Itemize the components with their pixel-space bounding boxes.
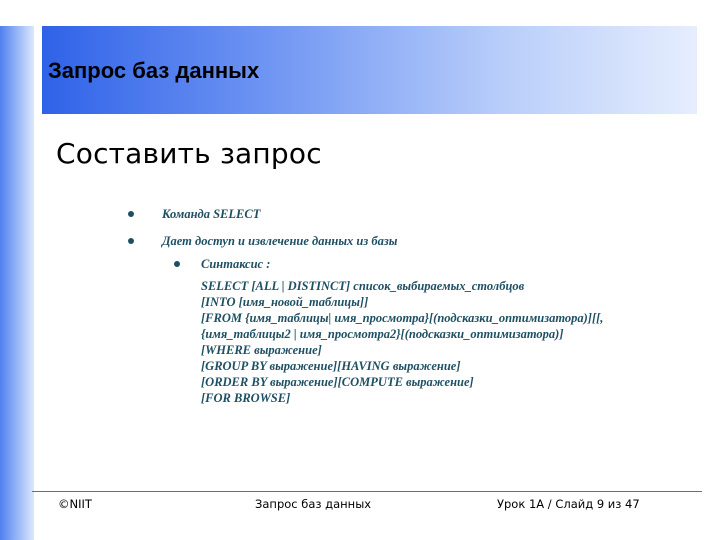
syntax-block: SELECT [ALL | DISTINCT] список_выбираемы… — [201, 278, 603, 406]
sub-bullet-dot — [174, 261, 180, 267]
footer-copyright: ©NIIT — [58, 497, 92, 511]
bullet-dot — [128, 211, 134, 217]
syntax-line: [GROUP BY выражение][HAVING выражение] — [201, 359, 461, 373]
bullet-item: Команда SELECT — [162, 207, 261, 221]
syntax-line: [FROM {имя_таблицы| имя_просмотра}[(подс… — [201, 311, 604, 325]
syntax-line: SELECT [ALL | DISTINCT] список_выбираемы… — [201, 279, 525, 293]
footer-slide-counter: Урок 1A / Слайд 9 из 47 — [497, 497, 640, 511]
syntax-line: [WHERE выражение] — [201, 343, 322, 357]
bullet-dot — [128, 238, 134, 244]
syntax-line: [FOR BROWSE] — [201, 391, 291, 405]
footer-divider — [32, 491, 702, 492]
sub-bullet-label: Синтаксис : — [201, 257, 271, 271]
syntax-line: [INTO [имя_новой_таблицы]] — [201, 295, 369, 309]
footer-title: Запрос баз данных — [255, 497, 372, 511]
slide-content: Команда SELECT Дает доступ и извлечение … — [0, 0, 720, 540]
syntax-line: [ORDER BY выражение][COMPUTE выражение] — [201, 375, 474, 389]
bullet-item: Дает доступ и извлечение данных из базы — [162, 234, 398, 248]
syntax-line: {имя_таблицы2 | имя_просмотра2}[(подсказ… — [201, 327, 564, 341]
